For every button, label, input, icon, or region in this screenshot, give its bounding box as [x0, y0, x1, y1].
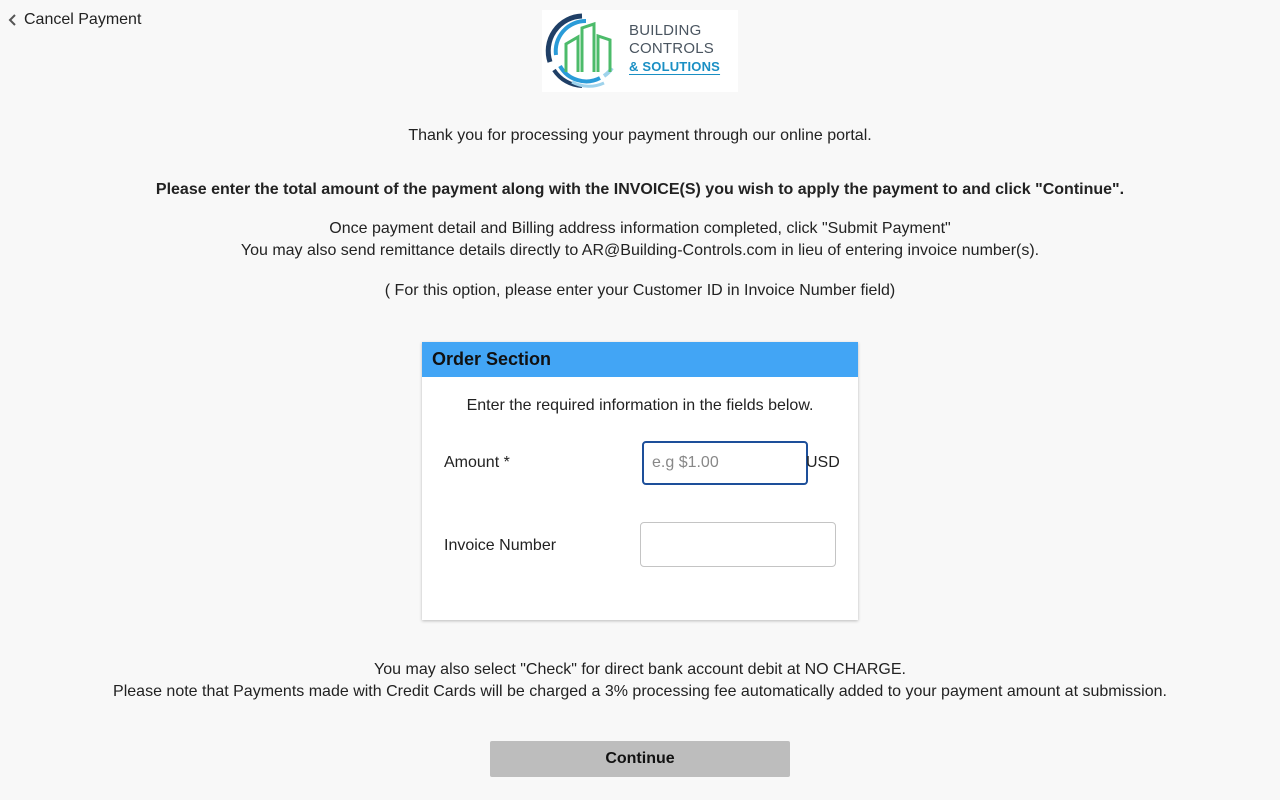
customer-id-note: ( For this option, please enter your Cus…: [384, 282, 896, 299]
amount-label: Amount *: [444, 454, 510, 471]
detail-line-2: You may also send remittance details dir…: [240, 242, 1040, 259]
payment-page: Cancel Payment BUILDING CONTROLS & SOLUT…: [0, 0, 1280, 800]
cancel-payment-label: Cancel Payment: [24, 11, 142, 28]
chevron-left-icon: [8, 14, 16, 26]
check-option-line: You may also select "Check" for direct b…: [374, 661, 906, 678]
logo-line-3: & SOLUTIONS: [629, 59, 721, 74]
logo-line-1: BUILDING: [629, 22, 702, 39]
order-section-intro: Enter the required information in the fi…: [466, 397, 814, 414]
currency-label: USD: [806, 454, 840, 471]
cancel-payment-link[interactable]: Cancel Payment: [8, 11, 141, 29]
invoice-number-label: Invoice Number: [444, 537, 557, 554]
credit-card-fee-line: Please note that Payments made with Cred…: [113, 683, 1167, 700]
logo-line-2: CONTROLS: [629, 40, 714, 57]
amount-input[interactable]: [642, 441, 808, 485]
order-section-title: Order Section: [422, 342, 858, 377]
thank-you-message: Thank you for processing your payment th…: [408, 127, 872, 144]
logo-wordmark: BUILDING CONTROLS & SOLUTIONS: [629, 22, 720, 76]
detail-line-1: Once payment detail and Billing address …: [329, 220, 951, 237]
logo-emblem-icon: [545, 13, 614, 88]
company-logo: BUILDING CONTROLS & SOLUTIONS: [542, 10, 738, 92]
payment-instructions: Please enter the total amount of the pay…: [155, 181, 1125, 198]
continue-button[interactable]: Continue: [490, 741, 790, 777]
detail-message: Once payment detail and Billing address …: [0, 218, 1280, 262]
order-section-card: Order Section Enter the required informa…: [422, 342, 858, 620]
invoice-number-input[interactable]: [640, 522, 836, 567]
payment-fee-note: You may also select "Check" for direct b…: [0, 659, 1280, 703]
